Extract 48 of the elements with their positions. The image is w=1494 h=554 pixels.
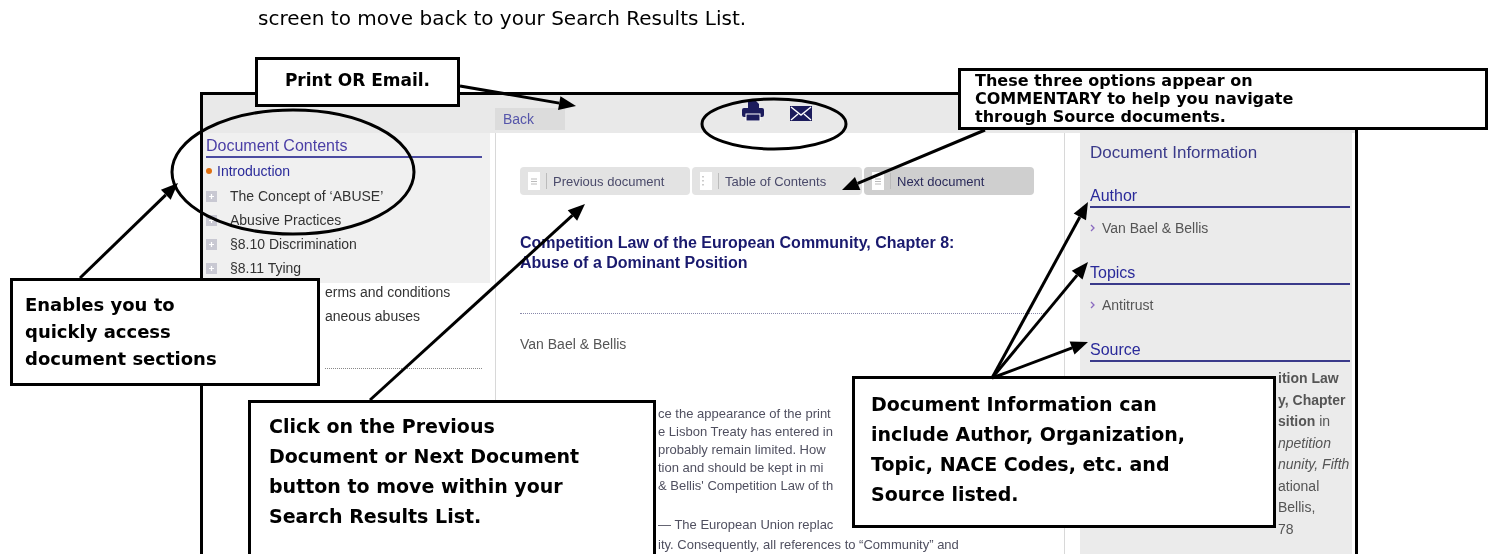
chevron-icon (1090, 301, 1095, 309)
instruction-text: screen to move back to your Search Results List. (257, 5, 748, 32)
callout-box: Print OR Email. (255, 57, 460, 107)
contents-item[interactable]: §8.10 Discrimination (206, 232, 490, 256)
source-line: 78 (1278, 519, 1295, 539)
nav-button[interactable]: Next document (864, 167, 1034, 195)
document-icon (528, 172, 540, 190)
paragraph-line: tion and should be kept in mi (658, 459, 824, 477)
nav-button[interactable]: Table of Contents (692, 167, 862, 195)
info-link[interactable]: Antitrust (1102, 297, 1154, 313)
contents-heading: Document Contents (206, 137, 482, 158)
contents-item[interactable]: aneous abuses (325, 304, 420, 328)
info-heading: Document Information (1090, 143, 1259, 163)
callout-box: Click on the Previous Document or Next Document button to move within your Search Results List. (248, 400, 656, 554)
contents-item[interactable]: §8.11 Tying (206, 256, 490, 280)
list-icon (700, 172, 712, 190)
contents-item[interactable]: Introduction (206, 158, 490, 184)
section-heading[interactable]: Author (1090, 187, 1350, 208)
source-line: sition in (1278, 412, 1332, 431)
section-heading[interactable]: Source (1090, 341, 1350, 362)
callout-box: Document Information can include Author, Organization, Topic, NACE Codes, etc. and Source listed. (852, 376, 1276, 528)
source-line: ational (1278, 476, 1321, 496)
info-link[interactable]: Van Bael & Bellis (1102, 220, 1209, 236)
source-line: ition Law (1278, 369, 1340, 388)
source-line: Bellis, (1278, 498, 1317, 517)
current-dot-icon (206, 168, 212, 174)
callout-box: These three options appear on COMMENTARY to help you navigate through Source documents. (958, 68, 1488, 130)
contents-item[interactable]: The Concept of ‘ABUSE’ (206, 184, 490, 208)
paragraph-line: ce the appearance of the print (658, 405, 831, 423)
author-text: Van Bael & Bellis (520, 336, 628, 352)
printer-icon[interactable] (742, 101, 764, 121)
chevron-icon (1090, 224, 1095, 232)
source-line: npetition (1278, 433, 1332, 453)
source-line: y, Chapter (1278, 390, 1347, 410)
paragraph-line: ity. Consequently, all references to “Community” and (658, 536, 959, 554)
callout-box: Enables you to quickly access document sections (10, 278, 320, 386)
paragraph-line: & Bellis' Competition Law of th (658, 477, 834, 495)
paragraph-line: e Lisbon Treaty has entered in (658, 423, 833, 441)
contents-item[interactable]: Abusive Practices (206, 208, 490, 232)
section-heading[interactable]: Topics (1090, 264, 1350, 285)
paragraph-line: probably remain limited. How (658, 441, 826, 459)
expand-icon[interactable] (206, 214, 217, 226)
nav-button[interactable]: Previous document (520, 167, 690, 195)
source-line: nunity, Fifth (1278, 455, 1350, 474)
email-icon[interactable] (790, 106, 812, 121)
back-button[interactable]: Back (495, 108, 565, 130)
contents-item[interactable]: erms and conditions (325, 280, 451, 304)
paragraph-line: — The European Union replac (658, 516, 834, 534)
